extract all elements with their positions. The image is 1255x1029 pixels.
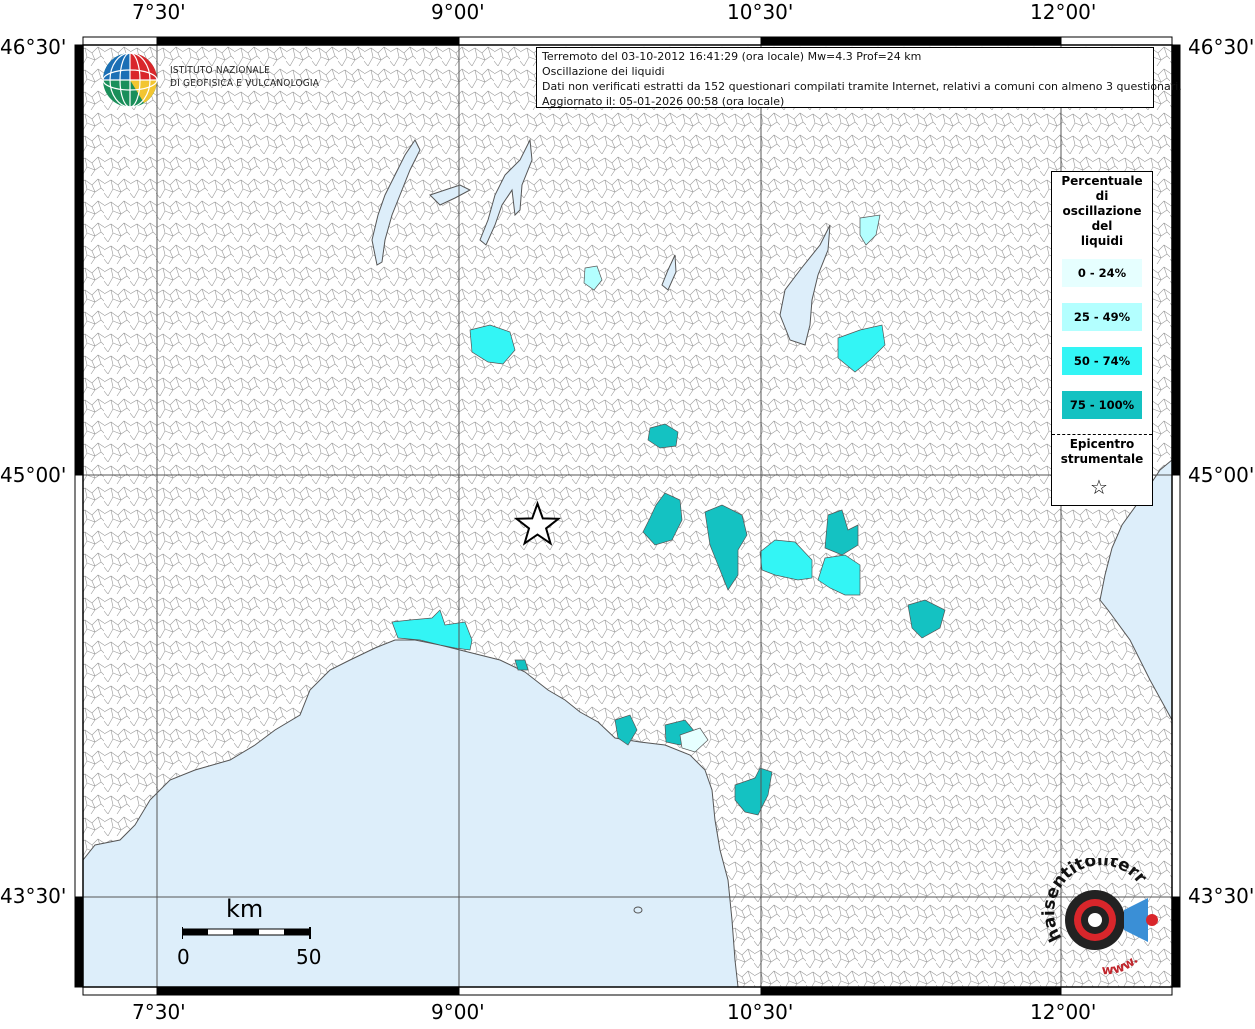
legend-title-line1: Percentuale: [1061, 174, 1143, 188]
scale-bar-graphic: [182, 927, 311, 939]
legend-epicenter-line2: strumentale: [1060, 452, 1144, 466]
scale-bar: km 0 50: [177, 895, 330, 970]
map-legend: Percentuale di oscillazione del liquidi …: [1051, 171, 1153, 506]
map-stage: 7°30' 9°00' 10°30' 12°00' 7°30' 9°00' 10…: [0, 0, 1255, 1024]
event-info-box: Terremoto del 03-10-2012 16:41:29 (ora l…: [536, 47, 1182, 108]
svg-text:www.: www.: [1101, 953, 1141, 978]
event-info-line3: Dati non verificati estratti da 152 ques…: [542, 80, 1182, 93]
legend-star-icon: ☆: [1090, 475, 1108, 499]
legend-class-0-24: 0 - 24%: [1062, 259, 1142, 287]
lat-label-left-2: 45°00': [0, 463, 67, 487]
frame-segment: [74, 474, 84, 898]
legend-title-line5: liquidi: [1080, 234, 1124, 248]
event-info-line2: Oscillazione dei liquidi: [542, 65, 665, 78]
legend-class-25-49: 25 - 49%: [1062, 303, 1142, 331]
lon-label-top-1: 7°30': [132, 0, 186, 24]
lat-label-right-1: 46°30': [1188, 35, 1255, 59]
lon-label-bottom-1: 7°30': [132, 1000, 186, 1024]
lat-label-right-2: 45°00': [1188, 463, 1255, 487]
lon-label-top-2: 9°00': [431, 0, 485, 24]
lon-label-top-4: 12°00': [1030, 0, 1097, 24]
lat-label-right-3: 43°30': [1188, 884, 1255, 908]
institute-name-line1: ISTITUTO NAZIONALE: [170, 65, 270, 76]
institute-name-line2: DI GEOFISICA E VULCANOLOGIA: [170, 78, 320, 89]
frame-segment: [458, 986, 762, 996]
legend-title-line2: di: [1095, 189, 1109, 203]
legend-title-line3: oscillazione: [1062, 204, 1142, 218]
legend-class-75-100: 75 - 100%: [1062, 391, 1142, 419]
frame-segment: [1171, 474, 1181, 898]
haisentito-logo: haisentitoilterremoto.it www.: [1031, 843, 1175, 978]
frame-segment: [82, 986, 158, 996]
frame-segment: [458, 36, 762, 46]
frame-segment: [74, 44, 84, 476]
frame-segment: [82, 36, 158, 46]
legend-epicenter-line1: Epicentro: [1069, 437, 1135, 451]
lat-label-left-3: 43°30': [0, 884, 67, 908]
legend-divider: [1052, 434, 1152, 435]
lon-label-bottom-2: 9°00': [431, 1000, 485, 1024]
lat-label-left-1: 46°30': [0, 35, 67, 59]
event-info-line4: Aggiornato il: 05-01-2026 00:58 (ora loc…: [542, 95, 785, 108]
event-info-line1: Terremoto del 03-10-2012 16:41:29 (ora l…: [542, 50, 922, 63]
scale-start: 0: [177, 945, 190, 969]
map-land: [83, 45, 1172, 987]
lon-label-top-3: 10°30': [727, 0, 794, 24]
frame-segment: [1060, 36, 1173, 46]
legend-class-50-74: 50 - 74%: [1062, 347, 1142, 375]
frame-segment: [1171, 44, 1181, 476]
legend-title: Percentuale di oscillazione del liquidi: [1052, 172, 1152, 249]
frame-segment: [760, 986, 1062, 996]
watermark-text-bottom: www.: [1101, 953, 1141, 979]
scale-unit: km: [226, 895, 264, 923]
legend-epicenter-label: Epicentro strumentale: [1052, 437, 1152, 467]
lon-label-bottom-3: 10°30': [727, 1000, 794, 1024]
frame-segment: [156, 36, 460, 46]
frame-segment: [156, 986, 460, 996]
target-icon: haisentitoilterremoto.it www.: [1031, 843, 1158, 978]
legend-title-line4: del: [1091, 219, 1113, 233]
frame-segment: [74, 896, 84, 988]
frame-segment: [1060, 986, 1173, 996]
scale-end: 50: [296, 945, 322, 969]
ingv-logo: ISTITUTO NAZIONALE DI GEOFISICA E VULCAN…: [100, 50, 340, 110]
frame-segment: [760, 36, 1062, 46]
globe-icon: [102, 52, 158, 108]
lon-label-bottom-4: 12°00': [1030, 1000, 1097, 1024]
